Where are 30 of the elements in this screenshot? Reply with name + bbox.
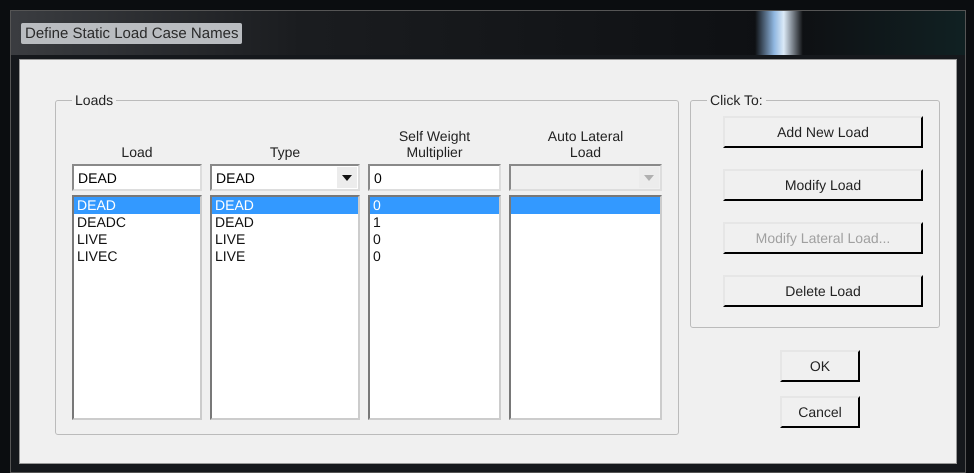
action-button[interactable]: Add New Load xyxy=(723,116,923,148)
column-header: Load xyxy=(121,144,153,160)
list-box[interactable]: DEAD DEAD LIVE LIVE xyxy=(210,195,360,420)
list-item[interactable]: DEAD xyxy=(212,214,358,231)
list-item[interactable]: LIVEC xyxy=(74,248,200,265)
type-dropdown[interactable]: DEAD xyxy=(210,164,360,191)
list-item[interactable]: LIVE xyxy=(74,231,200,248)
list-item[interactable]: 0 xyxy=(370,231,499,248)
group-label: Loads xyxy=(74,92,114,108)
window-title: Define Static Load Case Names xyxy=(21,22,242,44)
group-label: Click To: xyxy=(709,92,764,108)
list-item[interactable]: 1 xyxy=(370,214,499,231)
list-item[interactable]: 0 xyxy=(370,248,499,265)
cancel-button[interactable]: Cancel xyxy=(780,396,860,428)
column-header: Auto Lateral Load xyxy=(546,128,624,160)
multiplier-field[interactable]: 0 xyxy=(368,164,501,191)
action-button[interactable]: Delete Load xyxy=(723,275,923,307)
load-name-field[interactable]: DEAD xyxy=(72,164,202,191)
dropdown-arrow-icon xyxy=(342,174,352,180)
column-header: Self Weight Multiplier xyxy=(398,128,472,160)
list-box[interactable]: DEAD DEADC LIVE LIVEC xyxy=(72,195,202,420)
dropdown-arrow-icon xyxy=(644,174,654,180)
list-item[interactable]: LIVE xyxy=(212,231,358,248)
action-button[interactable]: Modify Load xyxy=(723,169,923,201)
column-header: Type xyxy=(270,144,300,160)
list-box[interactable] xyxy=(509,195,662,420)
list-item[interactable]: DEADC xyxy=(74,214,200,231)
list-box[interactable]: 0 1 0 0 xyxy=(368,195,501,420)
ok-button[interactable]: OK xyxy=(780,350,860,382)
list-item[interactable]: LIVE xyxy=(212,248,358,265)
